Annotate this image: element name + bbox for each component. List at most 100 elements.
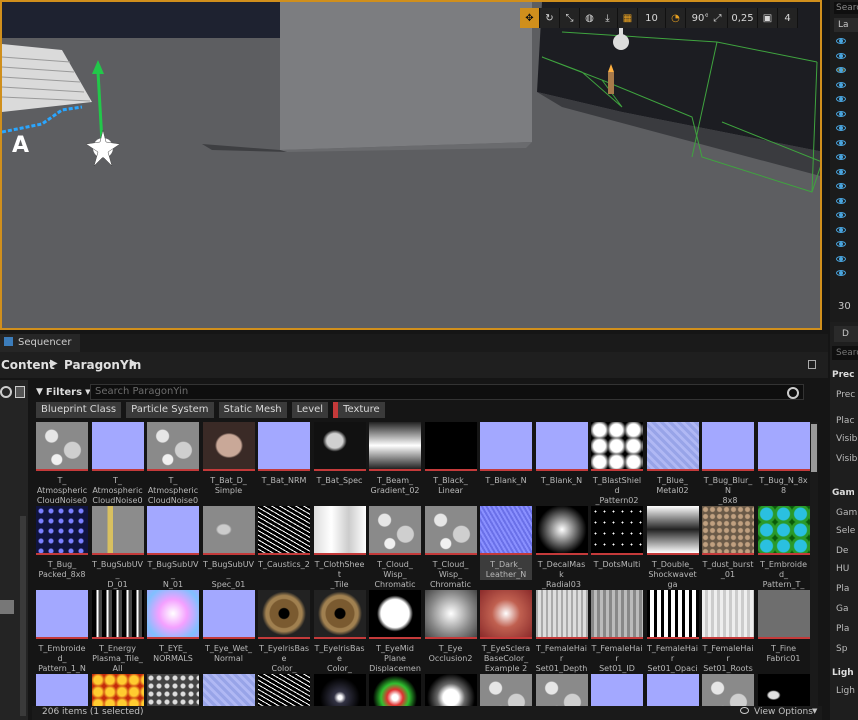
details-section-label[interactable]: HU [836, 562, 858, 576]
asset-tile[interactable]: T_ Atmospheric CloudNoise01 [36, 422, 88, 516]
asset-tile[interactable]: T_Blank_N [535, 422, 588, 486]
visibility-eye-icon[interactable] [836, 154, 846, 160]
world-local-button[interactable]: ◍ [580, 8, 600, 28]
visibility-eye-icon[interactable] [836, 270, 846, 276]
asset-tile[interactable]: T_BugSubUV_ N_01 [147, 506, 199, 590]
grid-snap-toggle[interactable]: ▦ [618, 8, 638, 28]
details-section-label[interactable]: Ga [836, 602, 858, 616]
asset-tile[interactable]: T_EyelrisBase Color_ Example 3 [313, 590, 366, 684]
asset-tile[interactable] [702, 674, 754, 706]
details-section-label[interactable]: Sp [836, 642, 858, 656]
asset-tile[interactable]: T_ClothSheet _Tile [313, 506, 366, 590]
asset-tile[interactable] [646, 674, 699, 706]
asset-tile[interactable]: T_Blue_ Metal02 [646, 422, 699, 496]
visibility-eye-icon[interactable] [836, 197, 846, 204]
asset-tile[interactable]: T_Dark_ Leather_N [480, 506, 532, 580]
rotate-tool-button[interactable]: ↻ [540, 8, 560, 28]
asset-tile[interactable]: T_FemaleHair Set01_Depth [535, 590, 588, 674]
details-search-input[interactable]: Search [832, 346, 858, 360]
asset-tile[interactable]: T_Bat_D_ Simple [202, 422, 255, 496]
asset-tile[interactable]: T_Embroided_ Pattern_T_ MASKS [757, 506, 810, 600]
lock-icon[interactable] [808, 360, 816, 369]
visibility-eye-icon[interactable] [836, 110, 846, 117]
asset-grid-scrollbar[interactable] [810, 422, 818, 706]
asset-tile[interactable]: T_BlastShield _Pattern02 [591, 422, 643, 506]
asset-tile[interactable]: T_EyeMid Plane Displacement [369, 590, 421, 684]
chevron-down-icon[interactable]: ▼ [812, 707, 817, 715]
asset-tile[interactable]: T_ Atmospheric CloudNoise03 [147, 422, 199, 516]
asset-tile[interactable]: T_Cloud_ Wisp_ Chromatic [369, 506, 421, 590]
asset-tile[interactable] [535, 674, 588, 706]
asset-tile[interactable] [202, 674, 255, 706]
asset-tile[interactable]: T_Black_ Linear [424, 422, 477, 496]
asset-tile[interactable]: T_Fine Fabric01 [757, 590, 810, 664]
asset-tile[interactable] [480, 674, 532, 706]
content-search-input[interactable]: Search ParagonYin [90, 384, 804, 400]
asset-tile[interactable] [424, 674, 477, 706]
sequencer-tab[interactable]: Sequencer [0, 334, 80, 352]
visibility-eye-icon[interactable] [836, 241, 846, 247]
scale-snap-toggle[interactable]: ⤢ [708, 8, 728, 28]
visibility-eye-icon[interactable] [836, 183, 846, 189]
details-tab[interactable]: D [834, 326, 858, 342]
asset-tile[interactable]: T_Energy Plasma_Tile_ All [91, 590, 144, 674]
asset-tile[interactable]: T_Blank_N [480, 422, 532, 486]
type-filter-chip[interactable]: Level [291, 402, 329, 418]
asset-tile[interactable]: T_Bug_ Packed_8x8 [36, 506, 88, 580]
type-filter-chip[interactable]: Static Mesh [218, 402, 287, 418]
breadcrumb-arrow-icon[interactable]: ▶ [50, 358, 58, 369]
visibility-eye-icon[interactable] [836, 96, 846, 102]
visibility-eye-icon[interactable] [836, 81, 846, 88]
asset-tile[interactable]: T_ Atmospheric CloudNoise01 [91, 422, 144, 516]
asset-tile[interactable]: T_FemaleHair Set01_Roots [702, 590, 754, 674]
scale-snap-value[interactable]: 0,25 [728, 8, 758, 28]
details-section-label[interactable]: Sele [836, 524, 858, 538]
asset-tile[interactable] [313, 674, 366, 706]
breadcrumb-arrow-icon[interactable]: ▶ [130, 358, 138, 369]
details-section-label[interactable]: Prec [836, 388, 858, 402]
visibility-eye-icon[interactable] [836, 125, 846, 131]
asset-tile[interactable] [258, 674, 310, 706]
camera-speed-button[interactable]: ▣ [758, 8, 778, 28]
asset-tile[interactable]: T_BugSubUV_ D_01 [91, 506, 144, 590]
filters-button[interactable]: ▼ Filters ▼ [36, 384, 90, 400]
asset-tile[interactable]: T_DecalMask _Radial03 [535, 506, 588, 590]
details-section-label[interactable]: Visib [836, 432, 858, 446]
scale-tool-button[interactable]: ⤡ [560, 8, 580, 28]
asset-tile[interactable]: T_Eye Occlusion2 [424, 590, 477, 664]
asset-tile[interactable]: T_DotsMulti [591, 506, 643, 570]
visibility-eye-icon[interactable] [836, 52, 846, 59]
asset-tile[interactable]: T_Bug_Blur_N _8x8 [702, 422, 754, 506]
asset-tile[interactable]: T_EYE_ NORMALS [147, 590, 199, 664]
visibility-eye-icon[interactable] [836, 168, 846, 175]
list-view-icon[interactable] [15, 386, 25, 398]
asset-tile[interactable]: T_FemaleHair Set01_ID [591, 590, 643, 674]
asset-tile[interactable] [757, 674, 810, 706]
asset-tile[interactable]: T_Caustics_2 [258, 506, 310, 570]
details-section-label[interactable]: Pla [836, 622, 858, 636]
asset-tile[interactable]: T_Beam_ Gradient_02 [369, 422, 421, 496]
sources-scrollbar[interactable] [20, 516, 26, 716]
type-filter-chip[interactable]: Texture [333, 402, 385, 418]
outliner-column-header[interactable]: La [834, 18, 858, 32]
view-options-button[interactable]: View Options [754, 707, 813, 717]
visibility-eye-icon[interactable] [836, 255, 846, 262]
camera-speed-value[interactable]: 4 [778, 8, 798, 28]
asset-tile[interactable]: T_Cloud_ Wisp_ Chromatic [424, 506, 477, 590]
visibility-eye-icon[interactable] [836, 67, 846, 73]
details-section-label[interactable]: Prec [832, 368, 854, 382]
asset-tile[interactable] [369, 674, 421, 706]
details-section-label[interactable]: Gam [832, 486, 854, 500]
breadcrumb-content[interactable]: Content [1, 358, 55, 372]
asset-tile[interactable]: T_BugSubUV_ Spec_01 [202, 506, 255, 590]
details-section-label[interactable]: Visib [836, 452, 858, 466]
asset-tile[interactable]: T_Eye_Wet_ Normal [202, 590, 255, 664]
asset-tile[interactable]: T_EyelrisBase Color_ Example 2 [258, 590, 310, 684]
details-section-label[interactable]: Ligh [836, 684, 858, 698]
type-filter-chip[interactable]: Particle System [126, 402, 214, 418]
sources-splitter-handle[interactable] [0, 600, 14, 614]
asset-tile[interactable]: T_EyeSclera BaseColor_ Example 2 [480, 590, 532, 674]
scrollbar-thumb[interactable] [811, 424, 817, 472]
asset-tile[interactable] [91, 674, 144, 706]
type-filter-chip[interactable]: Blueprint Class [36, 402, 122, 418]
